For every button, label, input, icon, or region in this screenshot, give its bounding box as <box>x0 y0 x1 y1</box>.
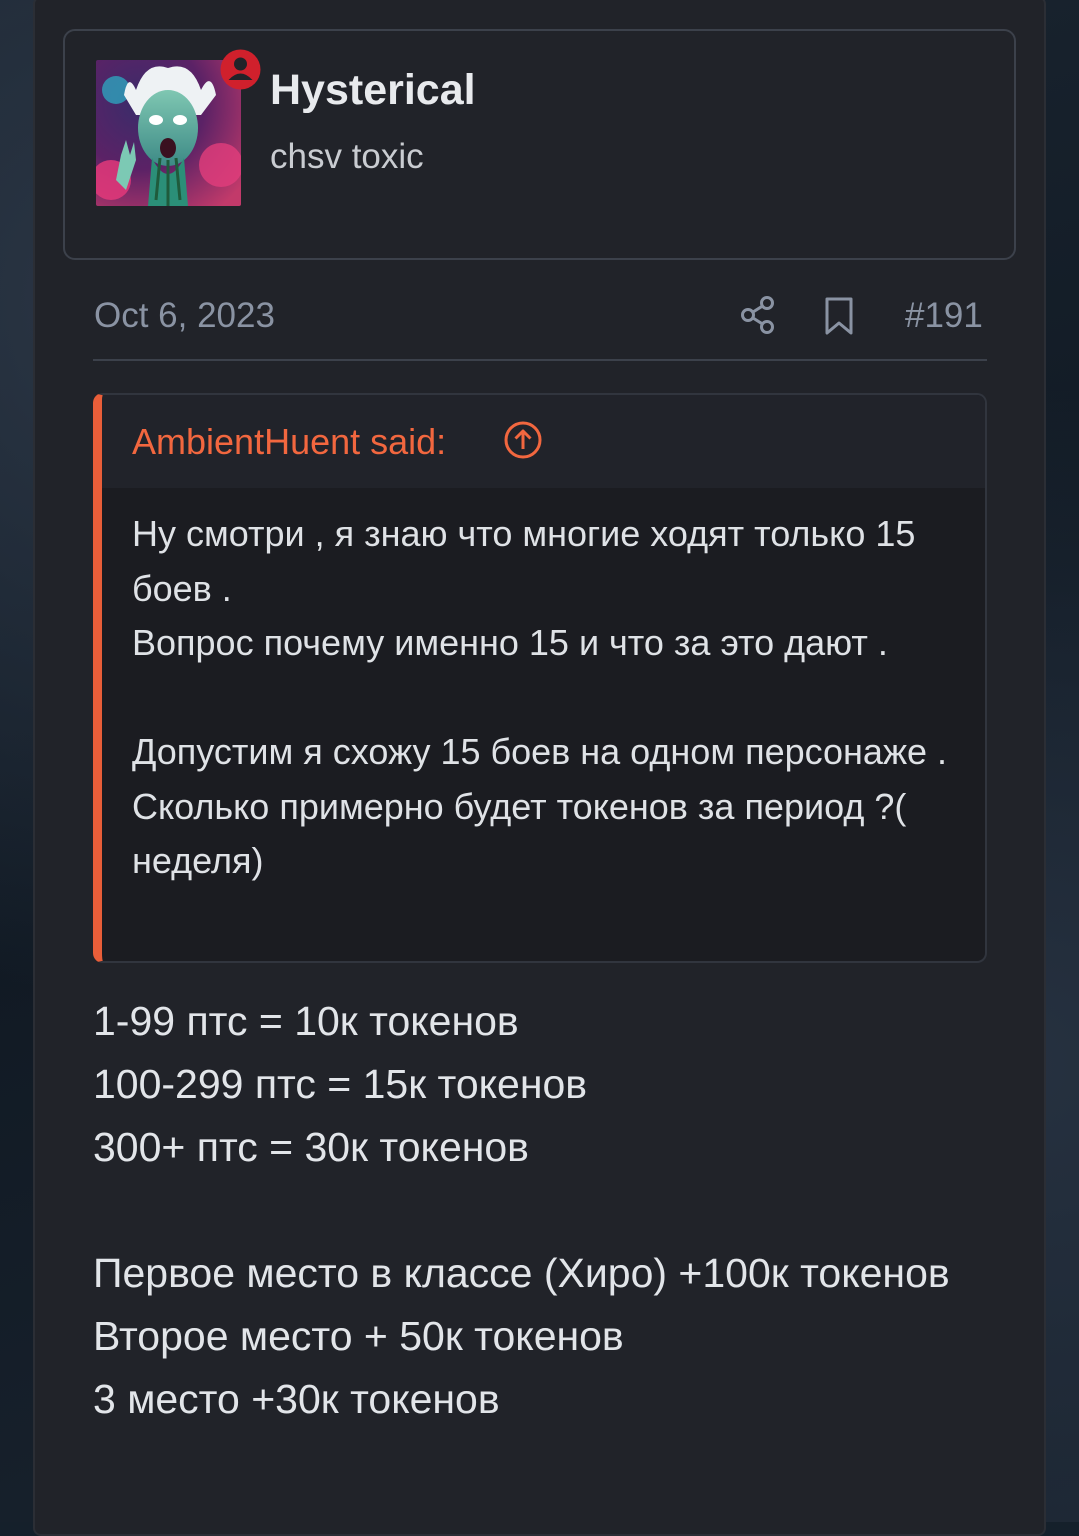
post-body: 1-99 птс = 10к токенов 100-299 птс = 15к… <box>93 990 993 1431</box>
reply-line: 300+ птс = 30к токенов <box>93 1124 529 1170</box>
quote-author[interactable]: AmbientHuent said: <box>132 421 446 463</box>
post-header-divider <box>93 359 987 361</box>
quote-line: Допустим я схожу 15 боев на одном персон… <box>132 731 948 881</box>
reply-line: Первое место в классе (Хиро) +100к токен… <box>93 1250 950 1296</box>
quote-content: Ну смотри , я знаю что многие ходят толь… <box>132 507 972 889</box>
arrow-up-circle-icon[interactable] <box>503 420 543 460</box>
username[interactable]: Hysterical <box>270 66 476 115</box>
quote-line-blank <box>132 671 972 726</box>
post-number-link[interactable]: #191 <box>905 296 983 336</box>
reply-line: 1-99 птс = 10к токенов <box>93 998 519 1044</box>
reply-line: 100-299 птс = 15к токенов <box>93 1061 588 1107</box>
bookmark-icon[interactable] <box>822 296 856 336</box>
user-online-icon <box>218 47 263 92</box>
quote-block: AmbientHuent said: Ну смотри , я знаю чт… <box>93 393 987 963</box>
quote-header: AmbientHuent said: <box>102 395 985 488</box>
reply-line-blank <box>93 1179 993 1242</box>
reply-line: Второе место + 50к токенов <box>93 1313 624 1359</box>
user-title: chsv toxic <box>270 137 424 176</box>
share-icon[interactable] <box>738 294 778 336</box>
quote-line: Вопрос почему именно 15 и что за это даю… <box>132 622 888 663</box>
post-date[interactable]: Oct 6, 2023 <box>94 296 275 336</box>
quote-line: Ну смотри , я знаю что многие ходят толь… <box>132 513 916 609</box>
reply-line: 3 место +30к токенов <box>93 1376 500 1422</box>
